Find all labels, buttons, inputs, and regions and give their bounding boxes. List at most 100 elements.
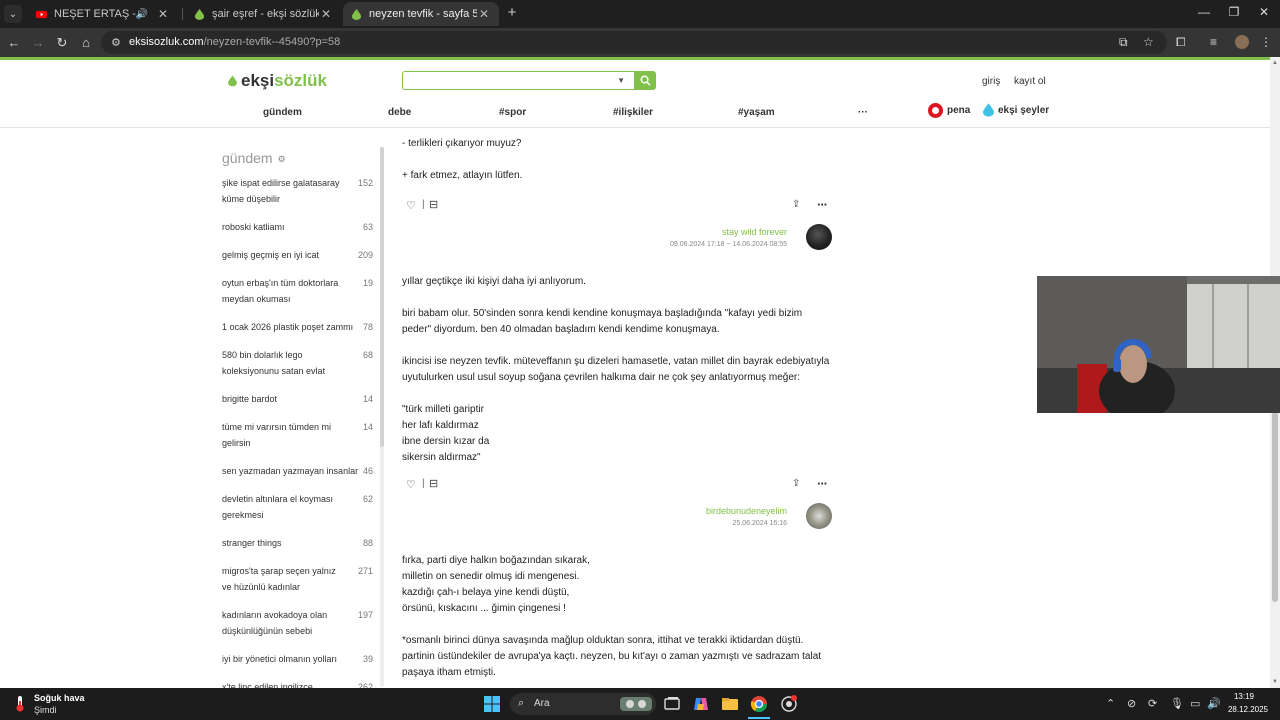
sidebar-item[interactable]: roboski katliamı 63	[222, 220, 385, 236]
nav-iliskiler[interactable]: #ilişkiler	[613, 107, 653, 118]
chrome-icon[interactable]	[750, 695, 768, 713]
tab-youtube[interactable]: NEŞET ERTAŞ - Acem kızı, Ç 🔊 ✕	[28, 2, 178, 26]
nav-gundem[interactable]: gündem	[263, 107, 302, 118]
sidebar-item[interactable]: migros'ta şarap seçen yalnız ve hüzünlü …	[222, 564, 385, 595]
sidebar-item[interactable]: tüme mi varırsın tümden mi gelirsin 14	[222, 420, 385, 451]
clock-date[interactable]: 28.12.2025	[1228, 705, 1268, 714]
meet-now-icon[interactable]: ⊘	[1127, 697, 1136, 710]
entry-date[interactable]: 25.06.2024 16:16	[733, 520, 788, 527]
scroll-up-arrow-icon[interactable]: ▲	[1272, 60, 1278, 66]
restore-icon[interactable]: ❐	[1227, 5, 1241, 19]
tab-sair-esref[interactable]: şair eşref - ekşi sözlük ✕	[186, 2, 341, 26]
bookmark-star-icon[interactable]: ☆	[1143, 35, 1154, 49]
volume-icon[interactable]: 🔊	[1207, 697, 1221, 710]
gear-icon[interactable]: ⚙	[278, 154, 286, 164]
scroll-down-arrow-icon[interactable]: ▼	[1272, 679, 1278, 685]
search-icon	[640, 75, 651, 86]
sidebar-item-title: x'te linç edilen ingilizce	[222, 682, 313, 688]
page-scroll-thumb[interactable]	[1272, 412, 1278, 602]
menu-kebab-icon[interactable]: ⋮	[1260, 35, 1272, 49]
author-avatar[interactable]	[806, 503, 832, 529]
speaker-icon[interactable]: 🔊	[136, 9, 148, 20]
entry-author[interactable]: birdebunudeneyelim	[706, 506, 787, 516]
back-arrow-icon[interactable]: ←	[6, 35, 22, 50]
close-tab-icon[interactable]: ✕	[156, 7, 170, 21]
nav-pena[interactable]: pena	[928, 103, 970, 118]
install-app-icon[interactable]: ⧉	[1119, 35, 1128, 50]
network-icon[interactable]: ▭	[1190, 697, 1200, 710]
sidebar-item-title: tüme mi varırsın tümden mi gelirsin	[222, 422, 332, 448]
minimize-icon[interactable]: —	[1197, 5, 1211, 19]
share-icon[interactable]: ⇪	[792, 478, 800, 489]
sidebar-title[interactable]: gündem ⚙	[222, 150, 286, 166]
weather-title[interactable]: Soğuk hava	[34, 693, 85, 703]
sidebar-item[interactable]: x'te linç edilen ingilizce 262	[222, 680, 385, 688]
tab-divider	[182, 8, 183, 20]
tab-title: şair eşref - ekşi sözlük	[212, 8, 319, 20]
close-tab-icon[interactable]: ✕	[319, 7, 333, 21]
site-info-icon[interactable]: ⚙	[111, 36, 121, 49]
taskbar-search[interactable]: ⌕ Ara	[510, 693, 656, 715]
sidebar-item[interactable]: devletin altınlara el koyması gerekmesi 6…	[222, 492, 385, 523]
share-icon[interactable]: ⇪	[792, 199, 800, 210]
entry-more-icon[interactable]: ···	[817, 476, 828, 491]
sidebar-item-title: oytun erbaş'ın tüm doktorlara meydan oku…	[222, 278, 339, 304]
file-explorer-icon[interactable]	[721, 695, 739, 713]
entry-more-icon[interactable]: ···	[817, 197, 828, 212]
show-hidden-icons-chevron-icon[interactable]: ⌃	[1106, 697, 1115, 710]
sidebar-item[interactable]: sen yazmadan yazmayan insanlar 46	[222, 464, 385, 480]
site-logo[interactable]: ekşi sözlük	[228, 71, 327, 91]
media-control-icon[interactable]: ≡	[1210, 35, 1217, 49]
reload-icon[interactable]: ↻	[54, 35, 70, 50]
nav-eksi-seyler[interactable]: ekşi şeyler	[983, 103, 1049, 117]
forward-arrow-icon[interactable]: →	[30, 35, 46, 50]
search-dropdown-caret-icon[interactable]: ▼	[617, 76, 625, 85]
sidebar-item[interactable]: stranger things 88	[222, 536, 385, 552]
recorder-icon[interactable]	[780, 695, 798, 713]
action-divider: |	[422, 478, 425, 489]
favorite-heart-icon[interactable]: ♡	[406, 478, 416, 491]
sidebar-item[interactable]: oytun erbaş'ın tüm doktorlara meydan oku…	[222, 276, 385, 307]
copilot-icon[interactable]	[692, 695, 710, 713]
sidebar-item[interactable]: iyi bir yönetici olmanın yolları 39	[222, 652, 385, 668]
sync-icon[interactable]: ⟳	[1148, 697, 1157, 710]
url-text[interactable]: eksisozluk.com/neyzen-tevfik--45490?p=58	[129, 36, 340, 48]
entry-date[interactable]: 09.06.2024 17:18 ~ 14.06.2024 08:55	[670, 241, 787, 248]
entry-text-line: yıllar geçtikçe iki kişiyi daha iyi anlı…	[402, 276, 586, 287]
login-link[interactable]: giriş	[982, 76, 1000, 87]
nav-debe[interactable]: debe	[388, 107, 411, 118]
sidebar-item[interactable]: kadınların avokadoya olan düşkünlüğünün …	[222, 608, 385, 639]
microphone-icon[interactable]: 🎙	[1170, 697, 1184, 710]
tab-search-chevron-icon[interactable]: ⌄	[4, 5, 22, 23]
thermometer-icon[interactable]	[12, 695, 28, 713]
entry-author[interactable]: stay wild forever	[722, 227, 787, 237]
weather-subtitle[interactable]: Şimdi	[34, 705, 57, 715]
windows-start-icon[interactable]	[483, 695, 501, 713]
sidebar-item[interactable]: 580 bin dolarlık lego koleksiyonunu sata…	[222, 348, 385, 379]
downvote-minus-icon[interactable]: ⊟	[429, 198, 438, 211]
nav-more[interactable]: ···	[858, 107, 868, 118]
downvote-minus-icon[interactable]: ⊟	[429, 477, 438, 490]
window-close-icon[interactable]: ✕	[1257, 5, 1271, 19]
search-input[interactable]	[403, 73, 603, 91]
sidebar-item[interactable]: 1 ocak 2026 plastik poşet zammı 78	[222, 320, 385, 336]
close-tab-icon[interactable]: ✕	[477, 7, 491, 21]
author-avatar[interactable]	[806, 224, 832, 250]
nav-spor[interactable]: #spor	[499, 107, 526, 118]
register-link[interactable]: kayıt ol	[1014, 76, 1046, 87]
favorite-heart-icon[interactable]: ♡	[406, 199, 416, 212]
search-button[interactable]	[635, 71, 656, 90]
nav-yasam[interactable]: #yaşam	[738, 107, 775, 118]
extensions-icon[interactable]: ⧠	[1176, 35, 1186, 50]
new-tab-plus-icon[interactable]: +	[505, 5, 519, 21]
tab-neyzen-tevfik[interactable]: neyzen tevfik - sayfa 58 - ekşi s ✕	[343, 2, 499, 26]
profile-avatar[interactable]	[1235, 35, 1249, 49]
sidebar-item[interactable]: gelmiş geçmiş en iyi icat 209	[222, 248, 385, 264]
clock-time[interactable]: 13:19	[1234, 692, 1254, 701]
brand-top-line	[0, 57, 1270, 60]
address-bar[interactable]: ⚙ eksisozluk.com/neyzen-tevfik--45490?p=…	[101, 31, 1167, 54]
home-icon[interactable]: ⌂	[78, 35, 94, 50]
task-view-icon[interactable]	[663, 695, 681, 713]
sidebar-item[interactable]: şike ispat edilirse galatasaray küme düş…	[222, 176, 385, 207]
sidebar-item[interactable]: brigitte bardot 14	[222, 392, 385, 408]
